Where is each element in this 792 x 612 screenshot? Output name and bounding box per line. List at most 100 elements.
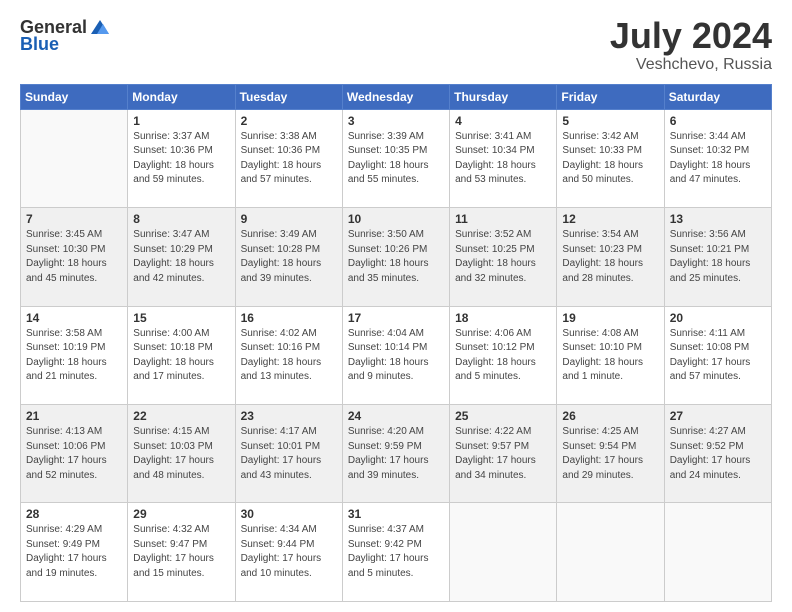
table-row: 14 Sunrise: 3:58 AM Sunset: 10:19 PM Dayl… <box>21 306 128 404</box>
day-detail: Sunrise: 3:42 AM Sunset: 10:33 PM Daylig… <box>562 130 658 188</box>
day-number: 11 <box>455 212 551 226</box>
day-number: 18 <box>455 311 551 325</box>
day-number: 9 <box>241 212 337 226</box>
table-row: 31Sunrise: 4:37 AM Sunset: 9:42 PM Dayli… <box>342 503 449 602</box>
col-saturday: Saturday <box>664 84 771 109</box>
day-number: 24 <box>348 409 444 423</box>
day-number: 14 <box>26 311 122 325</box>
day-number: 22 <box>133 409 229 423</box>
table-row: 25 Sunrise: 4:22 AM Sunset: 9:57 PM Dayli… <box>450 405 557 503</box>
table-row: 13 Sunrise: 3:56 AM Sunset: 10:21 PM Dayl… <box>664 208 771 306</box>
table-row: 27 Sunrise: 4:27 AM Sunset: 9:52 PM Dayli… <box>664 405 771 503</box>
day-number: 21 <box>26 409 122 423</box>
col-thursday: Thursday <box>450 84 557 109</box>
day-detail: Sunrise: 4:25 AM Sunset: 9:54 PM Dayligh… <box>562 425 658 483</box>
location: Veshchevo, Russia <box>610 56 772 74</box>
col-friday: Friday <box>557 84 664 109</box>
day-detail: Sunrise: 4:00 AM Sunset: 10:18 PM Daylig… <box>133 327 229 385</box>
day-detail: Sunrise: 4:13 AM Sunset: 10:06 PM Daylig… <box>26 425 122 483</box>
calendar-week-row: 1 Sunrise: 3:37 AM Sunset: 10:36 PM Dayli… <box>21 109 772 207</box>
day-number: 3 <box>348 114 444 128</box>
title-section: July 2024 Veshchevo, Russia <box>610 16 772 74</box>
day-number: 23 <box>241 409 337 423</box>
day-number: 28 <box>26 507 122 521</box>
day-number: 7 <box>26 212 122 226</box>
calendar-week-row: 7Sunrise: 3:45 AM Sunset: 10:30 PM Dayli… <box>21 208 772 306</box>
day-detail: Sunrise: 4:17 AM Sunset: 10:01 PM Daylig… <box>241 425 337 483</box>
day-detail: Sunrise: 3:52 AM Sunset: 10:25 PM Daylig… <box>455 228 551 286</box>
day-number: 13 <box>670 212 766 226</box>
day-detail: Sunrise: 4:22 AM Sunset: 9:57 PM Dayligh… <box>455 425 551 483</box>
table-row: 19Sunrise: 4:08 AM Sunset: 10:10 PM Dayl… <box>557 306 664 404</box>
day-number: 30 <box>241 507 337 521</box>
logo: General Blue <box>20 16 111 55</box>
calendar-table: Sunday Monday Tuesday Wednesday Thursday… <box>20 84 772 602</box>
table-row <box>557 503 664 602</box>
day-detail: Sunrise: 3:44 AM Sunset: 10:32 PM Daylig… <box>670 130 766 188</box>
day-detail: Sunrise: 3:49 AM Sunset: 10:28 PM Daylig… <box>241 228 337 286</box>
table-row <box>664 503 771 602</box>
day-detail: Sunrise: 4:29 AM Sunset: 9:49 PM Dayligh… <box>26 523 122 581</box>
table-row: 26 Sunrise: 4:25 AM Sunset: 9:54 PM Dayli… <box>557 405 664 503</box>
table-row: 18 Sunrise: 4:06 AM Sunset: 10:12 PM Dayl… <box>450 306 557 404</box>
table-row: 29Sunrise: 4:32 AM Sunset: 9:47 PM Dayli… <box>128 503 235 602</box>
day-detail: Sunrise: 3:47 AM Sunset: 10:29 PM Daylig… <box>133 228 229 286</box>
day-number: 6 <box>670 114 766 128</box>
day-number: 19 <box>562 311 658 325</box>
table-row <box>21 109 128 207</box>
table-row: 21 Sunrise: 4:13 AM Sunset: 10:06 PM Dayl… <box>21 405 128 503</box>
day-detail: Sunrise: 3:58 AM Sunset: 10:19 PM Daylig… <box>26 327 122 385</box>
table-row: 20Sunrise: 4:11 AM Sunset: 10:08 PM Dayl… <box>664 306 771 404</box>
table-row: 8Sunrise: 3:47 AM Sunset: 10:29 PM Dayli… <box>128 208 235 306</box>
table-row: 3 Sunrise: 3:39 AM Sunset: 10:35 PM Dayli… <box>342 109 449 207</box>
day-number: 29 <box>133 507 229 521</box>
day-number: 25 <box>455 409 551 423</box>
table-row: 2Sunrise: 3:38 AM Sunset: 10:36 PM Dayli… <box>235 109 342 207</box>
day-detail: Sunrise: 3:39 AM Sunset: 10:35 PM Daylig… <box>348 130 444 188</box>
table-row: 22Sunrise: 4:15 AM Sunset: 10:03 PM Dayl… <box>128 405 235 503</box>
table-row: 15 Sunrise: 4:00 AM Sunset: 10:18 PM Dayl… <box>128 306 235 404</box>
table-row: 4Sunrise: 3:41 AM Sunset: 10:34 PM Dayli… <box>450 109 557 207</box>
table-row: 16Sunrise: 4:02 AM Sunset: 10:16 PM Dayl… <box>235 306 342 404</box>
table-row: 28 Sunrise: 4:29 AM Sunset: 9:49 PM Dayli… <box>21 503 128 602</box>
table-row: 12Sunrise: 3:54 AM Sunset: 10:23 PM Dayl… <box>557 208 664 306</box>
day-number: 1 <box>133 114 229 128</box>
table-row: 1 Sunrise: 3:37 AM Sunset: 10:36 PM Dayli… <box>128 109 235 207</box>
day-detail: Sunrise: 3:38 AM Sunset: 10:36 PM Daylig… <box>241 130 337 188</box>
day-number: 10 <box>348 212 444 226</box>
table-row: 17Sunrise: 4:04 AM Sunset: 10:14 PM Dayl… <box>342 306 449 404</box>
table-row: 9 Sunrise: 3:49 AM Sunset: 10:28 PM Dayli… <box>235 208 342 306</box>
table-row <box>450 503 557 602</box>
col-tuesday: Tuesday <box>235 84 342 109</box>
header: General Blue July 2024 Veshchevo, Russia <box>20 16 772 74</box>
day-detail: Sunrise: 4:11 AM Sunset: 10:08 PM Daylig… <box>670 327 766 385</box>
day-detail: Sunrise: 4:27 AM Sunset: 9:52 PM Dayligh… <box>670 425 766 483</box>
table-row: 5Sunrise: 3:42 AM Sunset: 10:33 PM Dayli… <box>557 109 664 207</box>
table-row: 30 Sunrise: 4:34 AM Sunset: 9:44 PM Dayli… <box>235 503 342 602</box>
day-number: 15 <box>133 311 229 325</box>
day-detail: Sunrise: 4:06 AM Sunset: 10:12 PM Daylig… <box>455 327 551 385</box>
day-detail: Sunrise: 3:37 AM Sunset: 10:36 PM Daylig… <box>133 130 229 188</box>
col-wednesday: Wednesday <box>342 84 449 109</box>
table-row: 23 Sunrise: 4:17 AM Sunset: 10:01 PM Dayl… <box>235 405 342 503</box>
table-row: 6 Sunrise: 3:44 AM Sunset: 10:32 PM Dayli… <box>664 109 771 207</box>
day-number: 12 <box>562 212 658 226</box>
day-detail: Sunrise: 4:04 AM Sunset: 10:14 PM Daylig… <box>348 327 444 385</box>
table-row: 7Sunrise: 3:45 AM Sunset: 10:30 PM Dayli… <box>21 208 128 306</box>
day-detail: Sunrise: 4:34 AM Sunset: 9:44 PM Dayligh… <box>241 523 337 581</box>
calendar-week-row: 28 Sunrise: 4:29 AM Sunset: 9:49 PM Dayli… <box>21 503 772 602</box>
calendar-week-row: 14 Sunrise: 3:58 AM Sunset: 10:19 PM Dayl… <box>21 306 772 404</box>
calendar-week-row: 21 Sunrise: 4:13 AM Sunset: 10:06 PM Dayl… <box>21 405 772 503</box>
logo-blue: Blue <box>20 34 59 55</box>
page: General Blue July 2024 Veshchevo, Russia… <box>0 0 792 612</box>
day-number: 26 <box>562 409 658 423</box>
col-monday: Monday <box>128 84 235 109</box>
day-number: 4 <box>455 114 551 128</box>
day-detail: Sunrise: 4:02 AM Sunset: 10:16 PM Daylig… <box>241 327 337 385</box>
month-year: July 2024 <box>610 16 772 56</box>
day-detail: Sunrise: 3:56 AM Sunset: 10:21 PM Daylig… <box>670 228 766 286</box>
day-detail: Sunrise: 4:37 AM Sunset: 9:42 PM Dayligh… <box>348 523 444 581</box>
day-number: 27 <box>670 409 766 423</box>
col-sunday: Sunday <box>21 84 128 109</box>
logo-icon <box>89 16 111 38</box>
